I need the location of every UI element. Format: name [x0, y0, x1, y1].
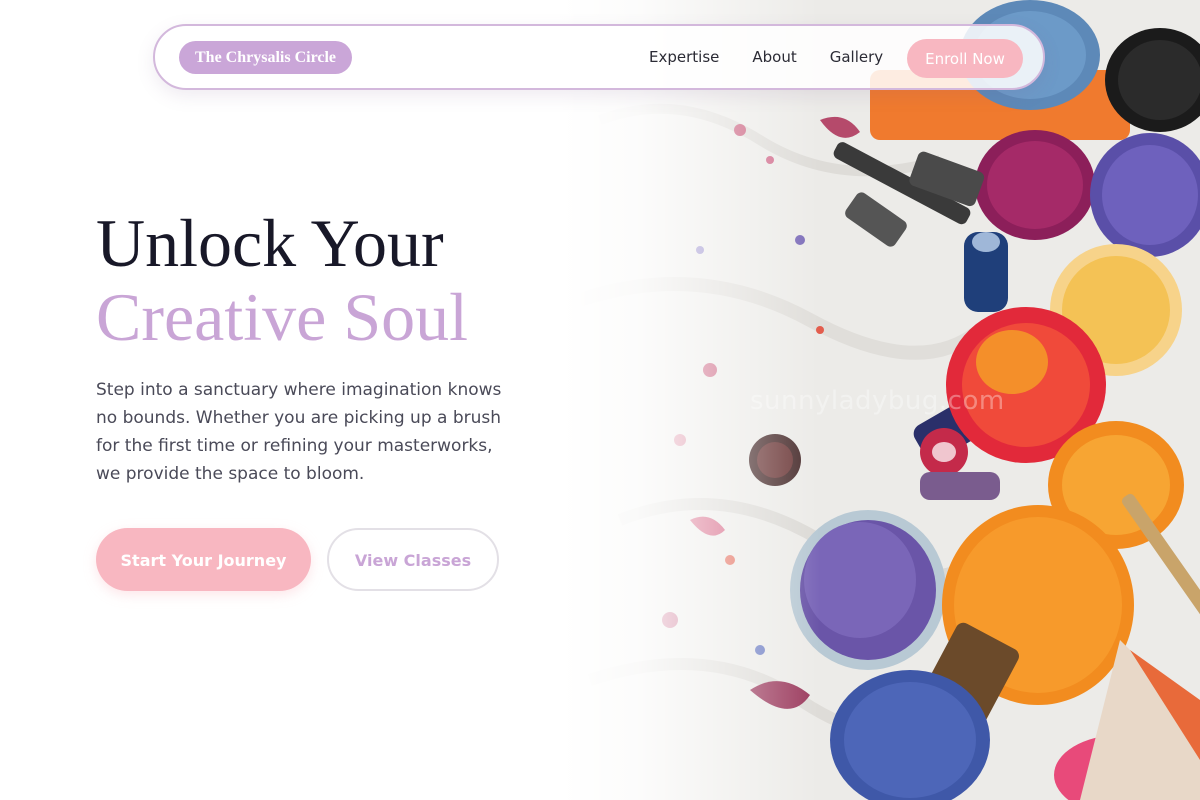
image-watermark: sunnyladybug.com	[750, 386, 1005, 416]
brand-logo[interactable]: The Chrysalis Circle	[179, 41, 353, 74]
nav-link-gallery[interactable]: Gallery	[830, 47, 883, 67]
navbar: The Chrysalis Circle Expertise About Gal…	[153, 24, 1045, 90]
nav-link-expertise[interactable]: Expertise	[649, 47, 719, 67]
nav-links: Expertise About Gallery	[649, 47, 883, 67]
hero-description: Step into a sanctuary where imagination …	[96, 380, 502, 484]
landing-page: sunnyladybug.com The Chrysalis Circle Ex…	[0, 0, 1200, 800]
hero-image-paint-buckets: sunnyladybug.com	[560, 0, 1200, 800]
hero-title-line-1: Unlock Your	[96, 205, 444, 281]
hero-title-line-2: Creative Soul	[96, 279, 469, 355]
view-classes-button[interactable]: View Classes	[327, 528, 499, 591]
start-journey-button[interactable]: Start Your Journey	[96, 528, 311, 591]
hero-title: Unlock Your Creative Soul	[96, 206, 468, 354]
nav-link-about[interactable]: About	[752, 47, 796, 67]
enroll-now-button[interactable]: Enroll Now	[907, 39, 1023, 78]
